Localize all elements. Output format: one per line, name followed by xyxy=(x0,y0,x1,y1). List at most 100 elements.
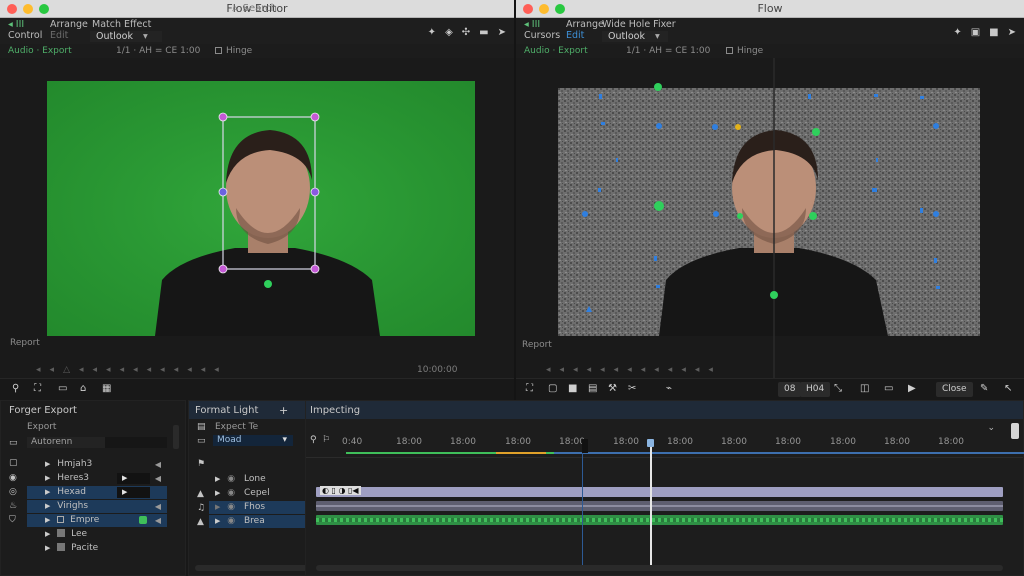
send-icon[interactable]: ➤ xyxy=(498,27,506,38)
square-icon[interactable]: ■ xyxy=(568,383,577,394)
view-dropdown[interactable]: Outlook ▾ xyxy=(90,31,162,42)
flag-icon[interactable]: ⚐ xyxy=(322,435,330,445)
playhead-line[interactable] xyxy=(650,447,652,568)
play-icon[interactable]: ▶ xyxy=(908,383,916,394)
crop-icon[interactable]: ⛶ xyxy=(34,383,41,394)
horizontal-scrollbar[interactable] xyxy=(195,565,309,571)
collapse-arrow-icon[interactable]: ◀ xyxy=(155,472,161,485)
toolbar-control-group[interactable]: ◂ III Control xyxy=(8,19,42,41)
pen-icon[interactable]: ✎ xyxy=(980,383,988,394)
diamond-icon[interactable]: ◈ xyxy=(445,27,453,38)
horizontal-scrollbar[interactable] xyxy=(316,565,1003,571)
play-button[interactable]: ▶ xyxy=(117,473,150,484)
toolbar-cursors-group[interactable]: ◂ III Cursors xyxy=(524,19,560,41)
audio-export-label[interactable]: Audio · Export xyxy=(524,46,588,56)
grid-icon[interactable]: ▢ xyxy=(9,458,18,468)
toolbar-effect-label[interactable]: Wide Hole Fixer xyxy=(602,19,676,30)
scissors-icon[interactable]: ✂ xyxy=(628,383,636,394)
pointer-icon[interactable]: ⚲ xyxy=(12,383,19,394)
expand-triangle-icon[interactable]: ▶ xyxy=(45,488,50,496)
timeline-title[interactable]: Impecting xyxy=(310,405,360,416)
scrollbar[interactable] xyxy=(173,425,179,449)
stack-icon[interactable]: ◉ xyxy=(9,473,17,483)
add-icon[interactable]: + xyxy=(279,404,288,417)
collapse-arrow-icon[interactable]: ◀ xyxy=(155,458,161,471)
list-item[interactable]: ▶ Hmjah3 ◀ xyxy=(27,458,167,471)
clip-track-3[interactable] xyxy=(316,515,1003,525)
toolbar-effect-label[interactable]: Match Effect xyxy=(92,19,151,30)
list-item[interactable]: ▶ Lee xyxy=(27,528,167,541)
track-panel-title[interactable]: Format Light xyxy=(195,405,258,416)
hinge-checkbox[interactable]: Hinge xyxy=(215,46,252,56)
view-h04-button[interactable]: H04 xyxy=(800,382,831,397)
folder-icon[interactable]: ▭ xyxy=(197,436,206,446)
video-icon[interactable]: ▲ xyxy=(197,517,204,527)
overlay-icon[interactable]: ◫ xyxy=(860,383,869,394)
marker-icon[interactable]: ⚑ xyxy=(197,459,205,469)
target-icon[interactable]: ◎ xyxy=(9,487,17,497)
view-08-button[interactable]: 08 xyxy=(778,382,802,397)
folder-icon[interactable]: ▭ xyxy=(9,438,18,448)
clip-track-2[interactable] xyxy=(316,501,1003,511)
duplicate-icon[interactable]: ▣ xyxy=(971,27,980,38)
expand-triangle-icon[interactable]: ▶ xyxy=(215,517,220,525)
project-search-input[interactable]: Autorenn xyxy=(27,437,105,448)
eye-icon[interactable]: ◉ xyxy=(227,516,235,526)
play-button[interactable]: ▶ xyxy=(117,487,150,498)
expand-triangle-icon[interactable]: ▶ xyxy=(215,475,220,483)
comment-icon[interactable]: ▬ xyxy=(479,27,488,38)
audio-export-label[interactable]: Audio · Export xyxy=(8,46,72,56)
track-row[interactable]: ▶ ◉ Cepel xyxy=(209,487,307,500)
track-row[interactable]: ▶ ◉ Lone xyxy=(209,473,307,486)
expand-triangle-icon[interactable]: ▶ xyxy=(45,544,50,552)
list-item[interactable]: ▶ Heres3 ▶ ◀ xyxy=(27,472,167,485)
crop-icon[interactable]: ⛶ xyxy=(526,383,533,394)
square-icon[interactable]: ■ xyxy=(989,27,998,38)
checkbox-icon[interactable] xyxy=(57,516,65,523)
arrow-icon[interactable]: ↖ xyxy=(1004,383,1012,394)
playhead-handle[interactable] xyxy=(647,439,654,447)
zoom-icon[interactable]: ⚲ xyxy=(310,435,317,445)
toolbar-arrange-group[interactable]: Arrange Edit xyxy=(566,19,604,41)
list-icon[interactable]: ▤ xyxy=(197,422,206,432)
expand-triangle-icon[interactable]: ▶ xyxy=(215,503,220,511)
snap-icon[interactable]: ⌁ xyxy=(666,383,672,394)
expand-triangle-icon[interactable]: ▶ xyxy=(215,489,220,497)
list-item-selected[interactable]: ▶ Virighs ◀ xyxy=(27,500,167,513)
track-row-selected[interactable]: ▶ ◉ Fhos xyxy=(209,501,307,514)
clip-track-1[interactable]: ◐ ▯ ◑ ▯◀ xyxy=(316,486,1003,497)
left-viewer[interactable]: Report ◂ ◂ △ ◂ ◂ ◂ ◂ ◂ ◂ ◂ ◂ ◂ ◂ ◂ 10:00… xyxy=(0,58,514,378)
grid-icon[interactable]: ▦ xyxy=(102,383,111,394)
expand-triangle-icon[interactable]: ▶ xyxy=(45,474,50,482)
expand-icon[interactable]: ⤡ xyxy=(834,383,842,394)
list-item-selected[interactable]: ▶ Empre ◀ xyxy=(27,514,167,527)
audio-icon[interactable]: ♫ xyxy=(197,503,205,513)
track-dropdown[interactable]: Moad ▾ xyxy=(213,435,293,446)
up-icon[interactable]: ▲ xyxy=(197,489,204,499)
image-icon[interactable]: ▤ xyxy=(588,383,597,394)
list-item-selected[interactable]: ▶ Hexad ▶ xyxy=(27,486,167,499)
frame-icon[interactable]: ▢ xyxy=(548,383,557,394)
eye-icon[interactable]: ◉ xyxy=(227,502,235,512)
vertical-scrollbar-thumb[interactable] xyxy=(1011,423,1019,439)
monitor-icon[interactable]: ▭ xyxy=(58,383,67,394)
collapse-arrow-icon[interactable]: ◀ xyxy=(155,500,161,513)
close-button[interactable]: Close xyxy=(936,382,973,397)
move-icon[interactable]: ✣ xyxy=(462,27,470,38)
chevron-down-icon[interactable]: ⌄ xyxy=(987,423,995,433)
collapse-arrow-icon[interactable]: ◀ xyxy=(155,514,161,527)
toolbar-arrange-group[interactable]: Arrange Edit xyxy=(50,19,88,41)
wand-icon[interactable]: ✦ xyxy=(953,27,961,38)
eye-icon[interactable]: ◉ xyxy=(227,488,235,498)
search-scope-field[interactable] xyxy=(105,437,167,448)
wand-icon[interactable]: ✦ xyxy=(428,27,436,38)
trim-icon[interactable]: ⚒ xyxy=(608,383,617,394)
shield-icon[interactable]: ⛉ xyxy=(9,515,16,525)
track-row-selected[interactable]: ▶ ◉ Brea xyxy=(209,515,307,528)
list-item[interactable]: ▶ Pacite xyxy=(27,542,167,555)
flame-icon[interactable]: ♨ xyxy=(9,501,17,511)
send-icon[interactable]: ➤ xyxy=(1008,27,1016,38)
in-marker[interactable] xyxy=(582,439,588,453)
home-icon[interactable]: ⌂ xyxy=(80,383,86,394)
expand-triangle-icon[interactable]: ▶ xyxy=(45,502,50,510)
